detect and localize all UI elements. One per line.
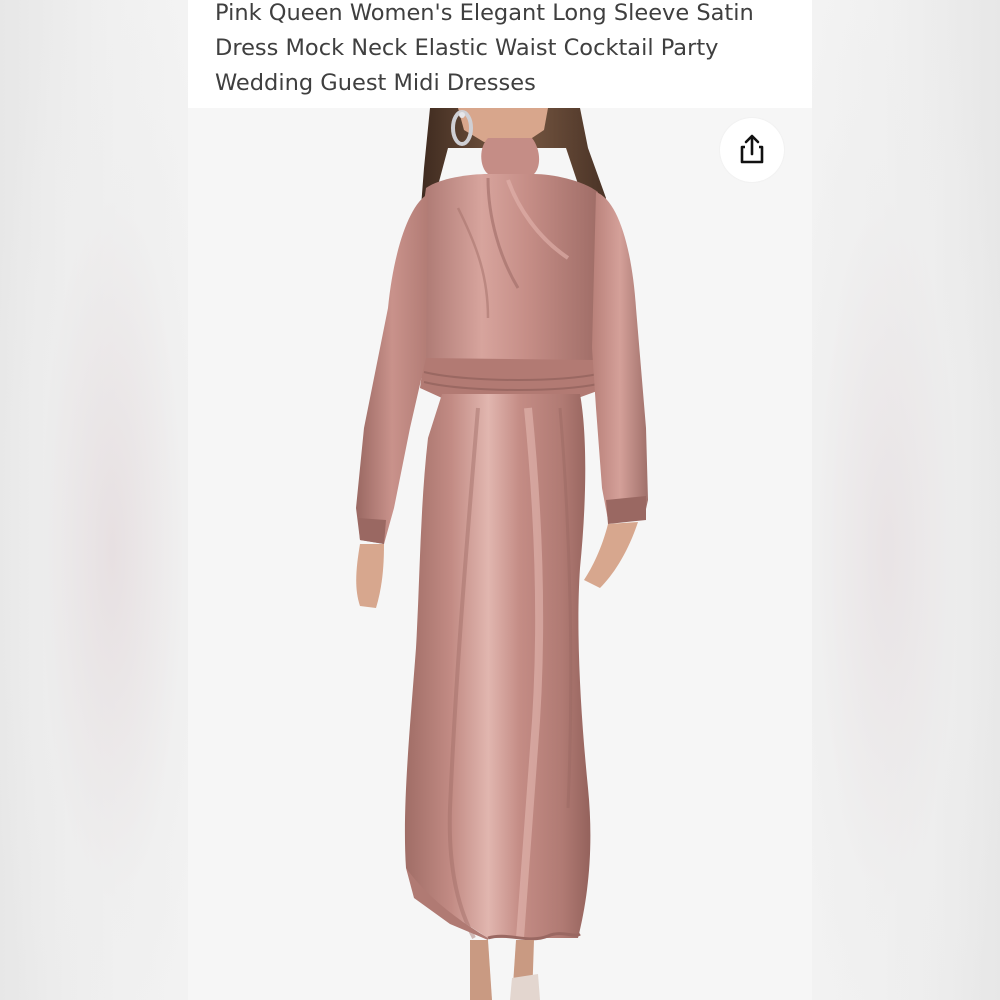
blurred-backdrop-right — [812, 0, 1000, 1000]
blurred-backdrop-left — [0, 0, 188, 1000]
product-title-area: Pink Queen Women's Elegant Long Sleeve S… — [188, 0, 812, 108]
product-detail-screen: Pink Queen Women's Elegant Long Sleeve S… — [188, 0, 812, 1000]
share-button[interactable] — [720, 118, 784, 182]
product-title[interactable]: Pink Queen Women's Elegant Long Sleeve S… — [215, 0, 795, 101]
share-icon — [740, 134, 764, 164]
product-photo[interactable] — [188, 108, 812, 1000]
product-image-gallery[interactable] — [188, 108, 812, 1000]
